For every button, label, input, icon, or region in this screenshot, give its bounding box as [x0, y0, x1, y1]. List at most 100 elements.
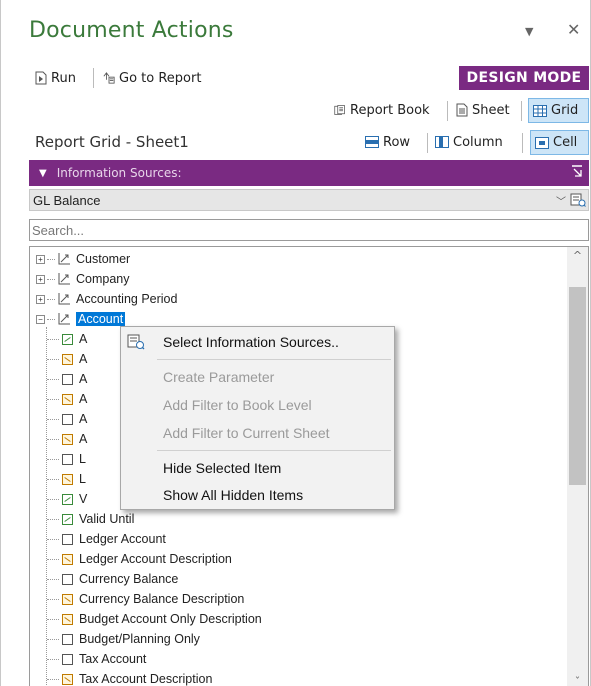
tree-leaf-label: Currency Balance Description [79, 592, 245, 606]
tree-leaf[interactable]: A [47, 409, 87, 429]
tree-leaf[interactable]: L [47, 449, 86, 469]
tree-leaf-label: Valid Until [79, 512, 135, 526]
tree-node-account[interactable]: − Account [36, 309, 127, 329]
attribute-checkbox[interactable] [62, 393, 73, 405]
tree-connector [47, 638, 59, 640]
report-book-button[interactable]: Report Book [334, 99, 430, 121]
go-to-report-button[interactable]: Go to Report [103, 67, 201, 89]
information-source-select[interactable]: GL Balance ﹀ [29, 189, 589, 211]
expand-icon[interactable]: + [36, 254, 45, 264]
attribute-checkbox[interactable] [62, 333, 73, 345]
expand-icon[interactable]: + [36, 294, 45, 304]
attribute-checkbox[interactable] [62, 433, 73, 445]
sheet-icon [456, 103, 468, 117]
tree-leaf-label: Budget Account Only Description [79, 612, 262, 626]
tree-leaf[interactable]: A [47, 349, 87, 369]
dropdown-icon[interactable]: ▼ [525, 25, 533, 38]
tree-leaf[interactable]: Tax Account [47, 649, 146, 669]
menu-item-hide-selected-item[interactable]: Hide Selected Item [163, 457, 281, 479]
tree-leaf-label: Ledger Account Description [79, 552, 232, 566]
tree-leaf[interactable]: Ledger Account [47, 529, 166, 549]
column-button[interactable]: Column [435, 131, 503, 153]
tree-leaf[interactable]: A [47, 369, 87, 389]
cell-label: Cell [553, 135, 578, 150]
run-button[interactable]: Run [35, 67, 76, 89]
tree-connector [47, 338, 59, 340]
tree-scrollbar[interactable]: ^ ˇ [567, 247, 588, 686]
tree-leaf[interactable]: A [47, 329, 87, 349]
attribute-checkbox[interactable] [62, 613, 73, 625]
tree-leaf[interactable]: A [47, 389, 87, 409]
tree-node-customer[interactable]: + Customer [36, 249, 130, 269]
go-to-report-label: Go to Report [119, 70, 202, 86]
grid-label: Grid [551, 103, 579, 118]
cell-button[interactable]: Cell [530, 130, 589, 155]
chevron-down-icon[interactable]: ▼ [39, 168, 47, 179]
tree-leaf[interactable]: Budget/Planning Only [47, 629, 200, 649]
attribute-checkbox[interactable] [62, 553, 73, 565]
tree-node-company[interactable]: + Company [36, 269, 130, 289]
search-input[interactable] [29, 219, 589, 241]
tree-connector [47, 418, 59, 420]
attribute-checkbox[interactable] [62, 673, 73, 685]
attribute-checkbox[interactable] [62, 513, 73, 525]
column-label: Column [453, 134, 503, 150]
tree-leaf[interactable]: A [47, 429, 87, 449]
attribute-checkbox[interactable] [62, 473, 73, 485]
attribute-checkbox[interactable] [62, 453, 73, 465]
tree-leaf[interactable]: V [47, 489, 87, 509]
attribute-checkbox[interactable] [62, 533, 73, 545]
attribute-checkbox[interactable] [62, 413, 73, 425]
tree-leaf[interactable]: Tax Account Description [47, 669, 212, 686]
tree-leaf[interactable]: Budget Account Only Description [47, 609, 262, 629]
view-separator [521, 101, 522, 121]
sheet-label: Sheet [472, 102, 510, 118]
menu-item-add-filter-book-level[interactable]: Add Filter to Book Level [163, 394, 312, 416]
collapse-icon[interactable]: − [36, 314, 45, 324]
close-icon[interactable]: ✕ [567, 20, 580, 39]
sheet-button[interactable]: Sheet [456, 99, 510, 121]
tree-connector [47, 378, 59, 380]
select-sources-icon [127, 334, 145, 350]
attribute-checkbox[interactable] [62, 573, 73, 585]
attribute-checkbox[interactable] [62, 633, 73, 645]
tree-connector [47, 458, 59, 460]
collapse-panel-icon[interactable] [571, 165, 583, 179]
chevron-down-icon[interactable]: ﹀ [556, 193, 566, 208]
grid-button[interactable]: Grid [528, 98, 589, 123]
tree-leaf[interactable]: Valid Until [47, 509, 134, 529]
tree-leaf[interactable]: Currency Balance [47, 569, 178, 589]
tree-leaf[interactable]: Ledger Account Description [47, 549, 232, 569]
menu-item-select-information-sources[interactable]: Select Information Sources.. [163, 331, 339, 353]
attribute-checkbox[interactable] [62, 653, 73, 665]
select-sources-icon[interactable] [570, 192, 586, 208]
information-sources-header[interactable]: ▼ Information Sources: [29, 160, 589, 186]
tree-node-label: Company [76, 272, 130, 286]
attribute-checkbox[interactable] [62, 593, 73, 605]
tree-node-accounting-period[interactable]: + Accounting Period [36, 289, 177, 309]
menu-item-create-parameter[interactable]: Create Parameter [163, 366, 274, 388]
tree-leaf[interactable]: Currency Balance Description [47, 589, 244, 609]
attribute-checkbox[interactable] [62, 493, 73, 505]
tree-leaf-label: Currency Balance [79, 572, 179, 586]
tree-leaf-label: A [79, 332, 88, 346]
tree-connector [47, 498, 59, 500]
pane-title: Document Actions [29, 18, 234, 43]
tree-leaf-label: L [79, 472, 86, 486]
scroll-up-icon[interactable]: ^ [567, 249, 588, 267]
scroll-down-icon[interactable]: ˇ [567, 675, 588, 686]
menu-gutter [121, 327, 151, 509]
cell-icon [535, 136, 549, 149]
report-title: Report Grid - Sheet1 [35, 133, 189, 151]
title-bar: Document Actions ▼ ✕ [1, 0, 591, 56]
row-button[interactable]: Row [365, 131, 410, 153]
attribute-checkbox[interactable] [62, 373, 73, 385]
expand-icon[interactable]: + [36, 274, 45, 284]
menu-item-show-all-hidden-items[interactable]: Show All Hidden Items [163, 484, 303, 506]
scrollbar-thumb[interactable] [569, 287, 586, 485]
tree-leaf-label: A [79, 432, 88, 446]
tree-leaf[interactable]: L [47, 469, 86, 489]
menu-item-add-filter-current-sheet[interactable]: Add Filter to Current Sheet [163, 422, 330, 444]
attribute-checkbox[interactable] [62, 353, 73, 365]
tree-leaf-label: A [79, 392, 88, 406]
